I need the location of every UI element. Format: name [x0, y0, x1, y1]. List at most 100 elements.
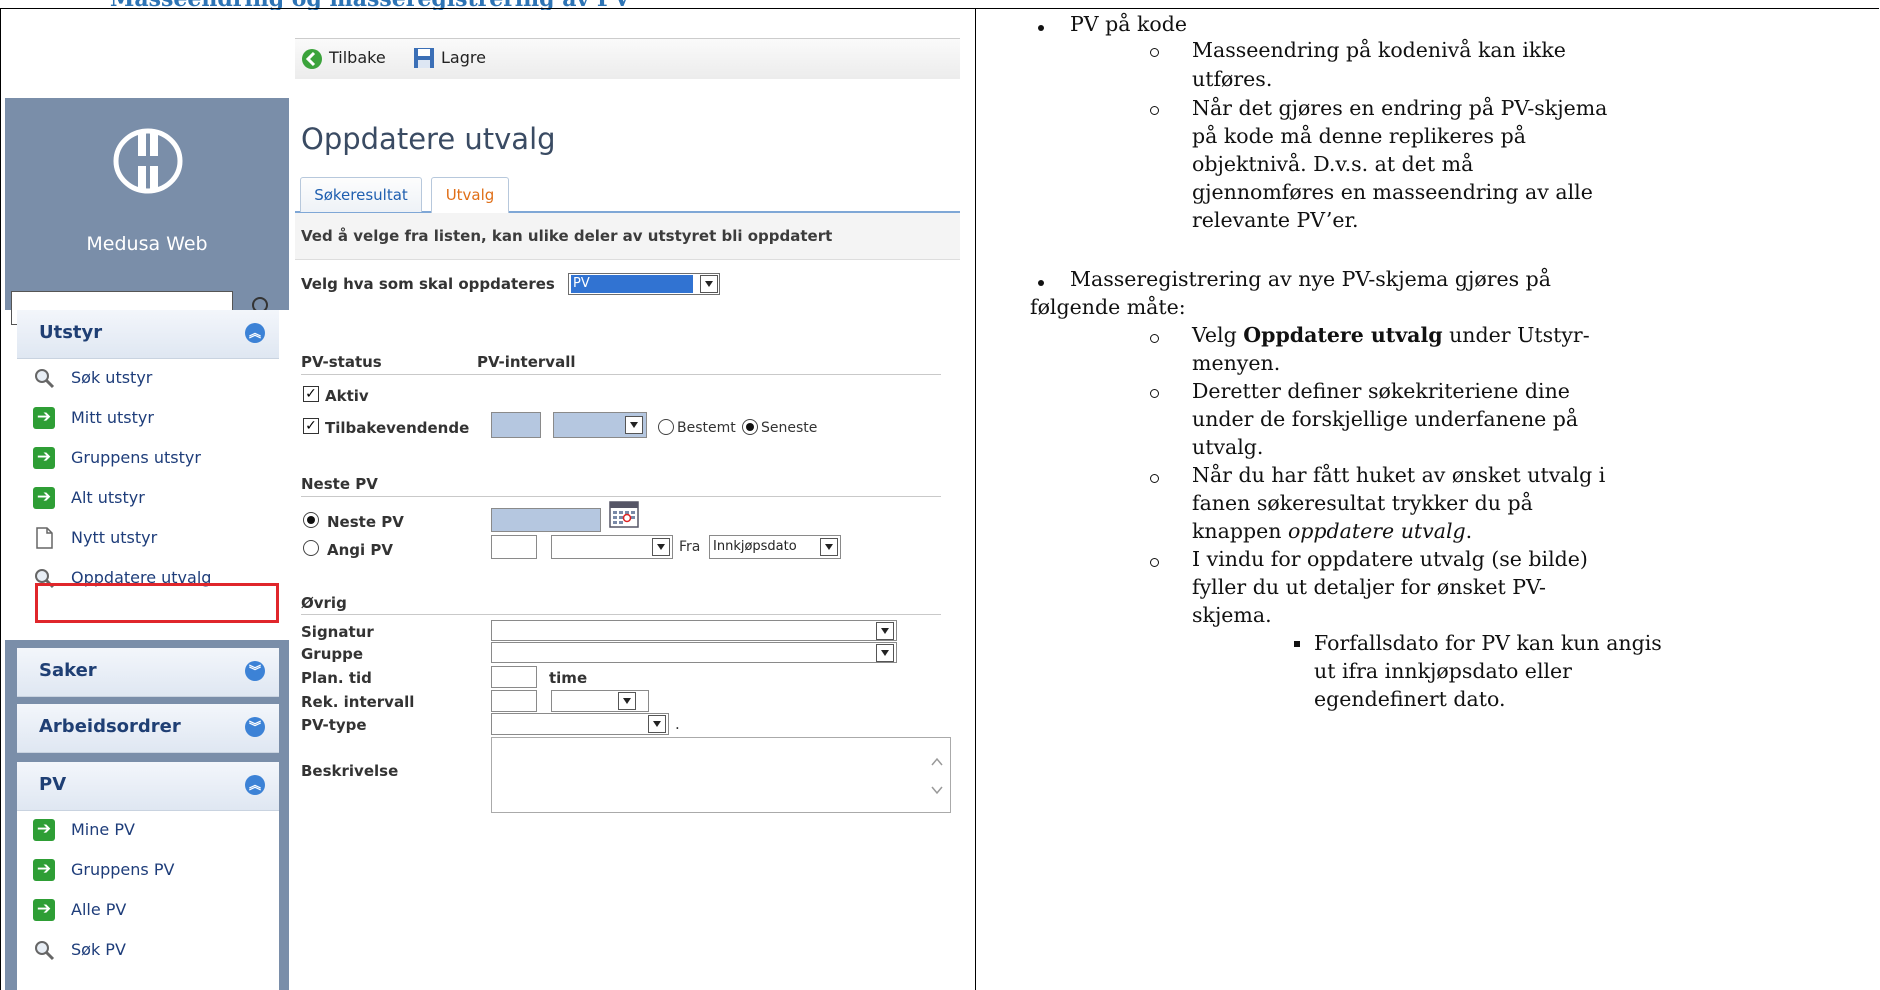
rek-intervall-label: Rek. intervall — [301, 693, 415, 711]
note-line: skjema. — [1192, 603, 1272, 627]
menu-header-pv[interactable]: PV ︽ — [17, 762, 279, 811]
pv-type-select[interactable] — [491, 713, 669, 735]
tab-bar: Søkeresultat Utvalg — [295, 175, 960, 214]
chevron-down-icon[interactable] — [700, 275, 718, 293]
back-arrow-icon[interactable] — [301, 48, 323, 70]
aktiv-checkbox[interactable]: ✓ — [303, 386, 319, 402]
interval-unit-select[interactable] — [553, 412, 647, 438]
note-line: egendefinert dato. — [1314, 687, 1506, 711]
update-type-select[interactable]: PV — [568, 273, 720, 295]
angi-pv-label: Angi PV — [327, 541, 393, 559]
expand-down-icon[interactable]: ︾ — [245, 661, 265, 681]
menu-item-sok-utstyr[interactable]: Søk utstyr — [17, 359, 279, 399]
tilbakevendende-label: Tilbakevendende — [325, 419, 470, 437]
next-pv-date-field[interactable] — [491, 508, 601, 532]
tab-sokeresultat[interactable]: Søkeresultat — [300, 177, 422, 212]
note-line: fyller du ut detaljer for ønsket PV- — [1192, 575, 1546, 599]
neste-pv-radio[interactable] — [303, 512, 319, 528]
note-line: under de forskjellige underfanene på — [1192, 407, 1579, 431]
main-pane: Tilbake Lagre Oppdatere utvalg Søkeresul… — [295, 10, 970, 990]
plan-tid-field[interactable] — [491, 666, 537, 688]
menu-header-saker[interactable]: Saker ︾ — [17, 648, 279, 697]
sidebar: Medusa Web Utstyr ︽ Søk utstyr ➔ Mitt ut… — [5, 10, 289, 990]
signatur-label: Signatur — [301, 623, 374, 641]
plan-tid-label: Plan. tid — [301, 669, 372, 687]
note-step-4: I vindu for oppdatere utvalg (se bilde) — [1192, 547, 1588, 571]
sub-bullet-icon — [1150, 389, 1159, 398]
time-unit-label: time — [549, 669, 588, 687]
menu-header-arbeidsordrer[interactable]: Arbeidsordrer ︾ — [17, 704, 279, 753]
menu-item-gruppens-pv[interactable]: ➔ Gruppens PV — [17, 851, 279, 891]
signatur-select[interactable] — [491, 620, 897, 641]
note-line: ut ifra innkjøpsdato eller — [1314, 659, 1572, 683]
rek-intervall-unit-select[interactable] — [551, 690, 649, 712]
sub-bullet-icon — [1150, 48, 1159, 57]
green-arrow-icon: ➔ — [33, 447, 55, 469]
scroll-arrows-icon[interactable] — [930, 756, 944, 796]
angi-pv-unit-select[interactable] — [551, 535, 673, 559]
note-line: knappen oppdatere utvalg. — [1192, 519, 1473, 543]
chevron-down-icon[interactable] — [876, 644, 894, 662]
save-button[interactable]: Lagre — [441, 48, 486, 67]
menu-header-utstyr[interactable]: Utstyr ︽ — [17, 310, 279, 359]
gruppe-select[interactable] — [491, 642, 897, 663]
note-line: på kode må denne replikeres på — [1192, 124, 1526, 148]
bestemt-radio[interactable] — [658, 419, 674, 435]
section-divider — [301, 374, 941, 375]
ovrig-section: Øvrig — [301, 594, 347, 612]
back-button[interactable]: Tilbake — [329, 48, 386, 67]
neste-pv-label: Neste PV — [327, 513, 404, 531]
table-column-divider — [975, 8, 976, 990]
sub-bullet-icon — [1150, 334, 1159, 343]
sub-bullet-icon — [1150, 558, 1159, 567]
fra-select[interactable]: Innkjøpsdato — [709, 535, 841, 559]
menu-group-saker: Saker ︾ — [17, 648, 279, 697]
green-arrow-icon: ➔ — [33, 899, 55, 921]
note-line: Når det gjøres en endring på PV-skjema — [1192, 96, 1608, 120]
menu-group-pv: PV ︽ ➔ Mine PV ➔ Gruppens PV ➔ Alle PV S… — [17, 762, 279, 990]
green-arrow-icon: ➔ — [33, 487, 55, 509]
chevron-down-icon[interactable] — [648, 715, 666, 733]
tab-utvalg[interactable]: Utvalg — [431, 177, 509, 214]
brand-panel: Medusa Web — [5, 98, 289, 325]
collapse-up-icon[interactable]: ︽ — [245, 323, 265, 343]
page-title: Oppdatere utvalg — [301, 122, 556, 156]
neste-pv-section: Neste PV — [301, 475, 378, 493]
select-label: Velg hva som skal oppdateres — [301, 275, 555, 293]
app-screenshot: Medusa Web Utstyr ︽ Søk utstyr ➔ Mitt ut… — [5, 10, 970, 990]
chevron-down-icon[interactable] — [618, 692, 636, 710]
sub-bullet-icon — [1150, 106, 1159, 115]
menu-item-alle-pv[interactable]: ➔ Alle PV — [17, 891, 279, 931]
menu-item-mine-pv[interactable]: ➔ Mine PV — [17, 811, 279, 851]
interval-number-field[interactable] — [491, 412, 541, 438]
save-disk-icon[interactable] — [413, 47, 435, 69]
green-arrow-icon: ➔ — [33, 407, 55, 429]
seneste-radio[interactable] — [742, 419, 758, 435]
chevron-down-icon[interactable] — [876, 622, 894, 640]
menu-item-alt-utstyr[interactable]: ➔ Alt utstyr — [17, 479, 279, 519]
menu-item-gruppens-utstyr[interactable]: ➔ Gruppens utstyr — [17, 439, 279, 479]
magnifier-icon — [35, 369, 55, 389]
collapse-up-icon[interactable]: ︽ — [245, 775, 265, 795]
rek-intervall-field[interactable] — [491, 690, 537, 712]
square-bullet-icon — [1294, 641, 1300, 647]
note-line: følgende måte: — [1030, 295, 1186, 319]
menu-item-sok-pv[interactable]: Søk PV — [17, 931, 279, 971]
beskrivelse-textarea[interactable] — [491, 737, 951, 813]
angi-pv-radio[interactable] — [303, 540, 319, 556]
menu-item-nytt-utstyr[interactable]: Nytt utstyr — [17, 519, 279, 559]
expand-down-icon[interactable]: ︾ — [245, 717, 265, 737]
green-arrow-icon: ➔ — [33, 859, 55, 881]
note-pv-pa-kode: PV på kode — [1070, 12, 1187, 36]
chevron-down-icon[interactable] — [820, 538, 838, 556]
note-line: objektnivå. D.v.s. at det må — [1192, 152, 1474, 176]
aktiv-label: Aktiv — [325, 387, 369, 405]
chevron-down-icon[interactable] — [652, 538, 670, 556]
note-step-2: Deretter definer søkekriteriene dine — [1192, 379, 1570, 403]
chevron-down-icon[interactable] — [625, 416, 643, 434]
calendar-icon[interactable] — [609, 500, 639, 528]
angi-pv-number-field[interactable] — [491, 535, 537, 559]
new-document-icon — [36, 527, 53, 549]
tilbakevendende-checkbox[interactable]: ✓ — [303, 418, 319, 434]
menu-item-mitt-utstyr[interactable]: ➔ Mitt utstyr — [17, 399, 279, 439]
